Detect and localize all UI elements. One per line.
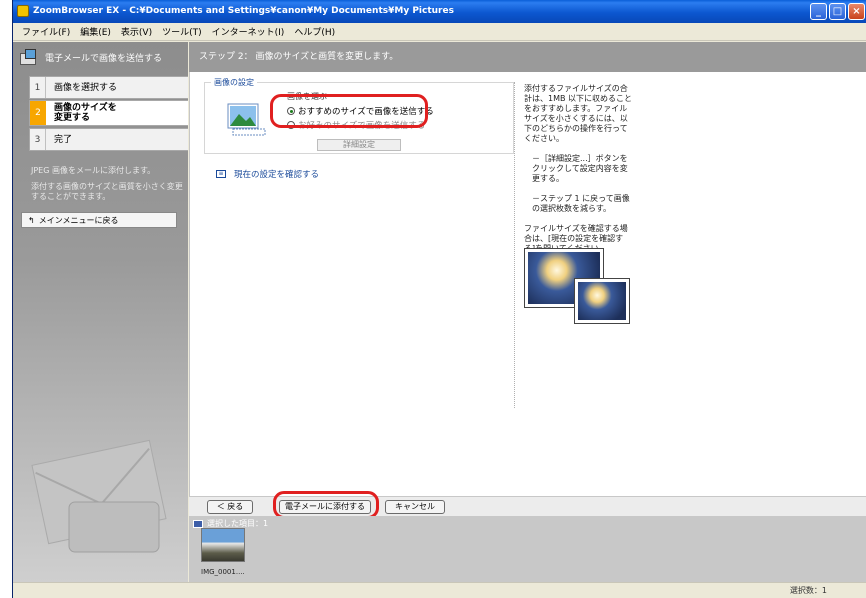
back-to-main-menu-label: メインメニューに戻る — [38, 215, 119, 225]
menu-bar: ファイル(F) 編集(E) 表示(V) ツール(T) インターネット(I) ヘル… — [13, 23, 866, 41]
close-icon[interactable]: × — [848, 3, 865, 20]
window-controls: _ □ × — [810, 3, 865, 20]
menu-file[interactable]: ファイル(F) — [17, 25, 75, 38]
sidebar: 電子メールで画像を送信する 1 画像を選択する 2 画像のサイズを 変更する 3… — [13, 42, 188, 582]
maximize-icon[interactable]: □ — [829, 3, 846, 20]
sidebar-info-jpeg: JPEG 画像をメールに添付します。 — [31, 166, 156, 175]
step-label: 画像を選択する — [54, 82, 118, 93]
sample-photo-small — [574, 278, 630, 324]
selected-items-panel: 選択した項目：1 IMG_0001.... — [189, 516, 866, 582]
step-number: 2 — [30, 101, 46, 125]
highlight-attach — [273, 491, 379, 519]
action-bar: ＜ 戻る 電子メールに添付する キャンセル — [189, 491, 866, 519]
back-to-main-menu-button[interactable]: ↰ メインメニューに戻る — [21, 212, 177, 228]
highlight-recommended — [270, 94, 428, 128]
step-label: 完了 — [54, 134, 73, 145]
help-bullet-2: －ステップ 1 に戻って画像の選択枚数を減らす。 — [532, 194, 630, 213]
menu-view[interactable]: 表示(V) — [116, 25, 157, 38]
sample-photos — [524, 248, 632, 328]
confirm-settings-label: 現在の設定を確認する — [234, 170, 320, 180]
detail-settings-button[interactable]: 詳細設定 — [317, 139, 401, 151]
title-bar: ZoomBrowser EX - C:¥Documents and Settin… — [13, 0, 866, 23]
sidebar-step-3[interactable]: 3 完了 — [29, 128, 188, 151]
image-settings-icon — [227, 103, 266, 136]
menu-tools[interactable]: ツール(T) — [157, 25, 207, 38]
confirm-settings-link[interactable]: ≡ 現在の設定を確認する — [216, 168, 319, 180]
menu-edit[interactable]: 編集(E) — [75, 25, 116, 38]
step-number: 3 — [30, 129, 46, 150]
sidebar-header-title: 電子メールで画像を送信する — [45, 53, 163, 64]
selected-thumbnail[interactable] — [201, 528, 245, 562]
status-selection-count: 選択数：1 — [789, 586, 827, 595]
step-label: 画像のサイズを 変更する — [54, 103, 117, 123]
step-number: 1 — [30, 77, 46, 98]
help-paragraph-1: 添付するファイルサイズの合計は、1MB 以下に収めることをおすすめします。ファイ… — [524, 84, 633, 143]
mail-watermark-icon — [31, 439, 167, 553]
menu-help[interactable]: ヘルプ(H) — [289, 25, 340, 38]
main-content: 画像の設定 画像を選ぶ おすすめのサイズで画像を送信する お好みのサイズで画像を… — [189, 72, 866, 496]
status-bar: 選択数：1 — [13, 582, 866, 598]
sidebar-step-1[interactable]: 1 画像を選択する — [29, 76, 188, 99]
menu-internet[interactable]: インターネット(I) — [207, 25, 290, 38]
sidebar-info-resize: 添付する画像のサイズと画質を小さく変更することができます。 — [31, 182, 183, 201]
thumbnail-filename: IMG_0001.... — [201, 568, 245, 576]
help-bullet-1: －［詳細設定...］ボタンをクリックして設定内容を変更する。 — [532, 154, 628, 183]
group-title: 画像の設定 — [211, 77, 257, 88]
sidebar-header: 電子メールで画像を送信する — [13, 42, 188, 72]
help-panel: 添付するファイルサイズの合計は、1MB 以下に収めることをおすすめします。ファイ… — [524, 84, 634, 264]
email-icon — [19, 49, 37, 65]
back-button[interactable]: ＜ 戻る — [207, 500, 253, 514]
return-arrow-icon: ↰ — [28, 215, 35, 225]
app-window: ZoomBrowser EX - C:¥Documents and Settin… — [12, 0, 866, 598]
cancel-button[interactable]: キャンセル — [385, 500, 445, 514]
app-icon — [17, 5, 29, 17]
expand-icon: ≡ — [216, 170, 226, 178]
sidebar-step-2[interactable]: 2 画像のサイズを 変更する — [29, 100, 188, 126]
selection-icon — [193, 519, 203, 528]
content-divider — [514, 82, 515, 408]
minimize-icon[interactable]: _ — [810, 3, 827, 20]
window-title: ZoomBrowser EX - C:¥Documents and Settin… — [33, 6, 454, 16]
step-header: ステップ 2： 画像のサイズと画質を変更します。 — [189, 42, 866, 72]
